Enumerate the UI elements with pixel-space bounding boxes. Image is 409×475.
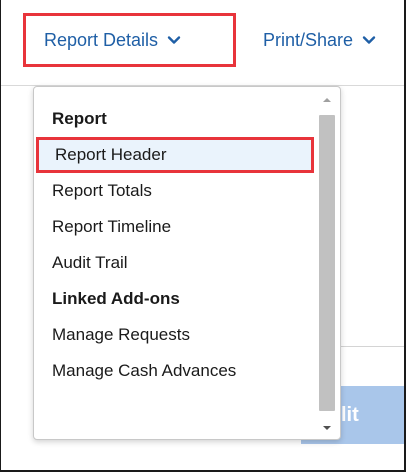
menu-item-report-totals[interactable]: Report Totals <box>34 173 316 209</box>
chevron-down-icon <box>362 33 376 47</box>
menu-section-linked-addons: Linked Add-ons <box>52 289 180 308</box>
menu-item-manage-cash-advances[interactable]: Manage Cash Advances <box>34 353 316 389</box>
scroll-up-arrow-icon[interactable] <box>321 93 333 105</box>
chevron-down-icon <box>167 33 181 47</box>
menu-section-report: Report <box>52 109 107 128</box>
print-share-label: Print/Share <box>263 29 354 50</box>
report-details-label: Report Details <box>44 29 159 50</box>
menu-item-manage-requests[interactable]: Manage Requests <box>34 317 316 353</box>
scrollbar-thumb[interactable] <box>319 115 335 411</box>
app-frame: Report Details Print/Share lit Report Re… <box>0 0 406 472</box>
dropdown-scrollbar[interactable] <box>317 91 337 435</box>
report-toolbar: Report Details Print/Share <box>1 0 404 86</box>
menu-item-audit-trail[interactable]: Audit Trail <box>34 245 316 281</box>
report-details-button[interactable]: Report Details <box>23 13 236 67</box>
report-details-dropdown: Report Report Header Report Totals Repor… <box>33 86 341 440</box>
submit-button-label-fragment: lit <box>341 403 359 426</box>
dropdown-menu-list: Report Report Header Report Totals Repor… <box>34 101 316 389</box>
menu-item-report-timeline[interactable]: Report Timeline <box>34 209 316 245</box>
print-share-button[interactable]: Print/Share <box>263 13 403 67</box>
scroll-down-arrow-icon[interactable] <box>321 421 333 433</box>
menu-item-report-header[interactable]: Report Header <box>36 137 314 173</box>
